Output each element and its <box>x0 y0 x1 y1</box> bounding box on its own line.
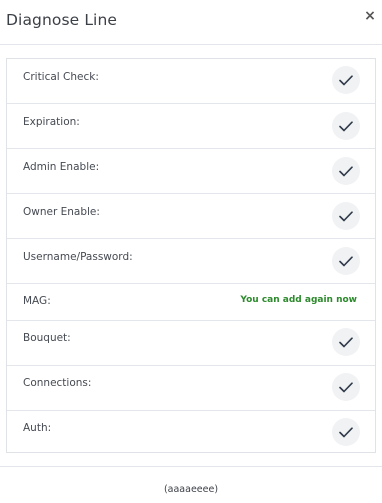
check-row-auth: Auth: <box>7 411 375 452</box>
check-row-mag: MAG: You can add again now <box>7 284 375 321</box>
row-label: Bouquet: <box>23 332 71 344</box>
row-label: Owner Enable: <box>23 206 100 218</box>
check-icon <box>332 373 360 401</box>
check-row-connections: Connections: <box>7 366 375 411</box>
check-icon <box>332 418 360 446</box>
row-label: Username/Password: <box>23 251 133 263</box>
row-label: Critical Check: <box>23 71 99 83</box>
check-row-critical: Critical Check: <box>7 59 375 104</box>
row-label: MAG: <box>23 295 51 307</box>
check-icon <box>332 112 360 140</box>
diagnose-line-modal: Diagnose Line × Critical Check: Expirati… <box>0 0 382 503</box>
check-icon <box>332 328 360 356</box>
row-label: Expiration: <box>23 116 80 128</box>
row-label: Auth: <box>23 422 52 434</box>
modal-title: Diagnose Line <box>6 11 118 29</box>
check-row-owner-enable: Owner Enable: <box>7 194 375 239</box>
check-icon <box>332 157 360 185</box>
modal-header: Diagnose Line × <box>0 0 382 45</box>
row-label: Connections: <box>23 377 92 389</box>
footer-username: (aaaaeeee) <box>163 484 219 495</box>
check-row-admin-enable: Admin Enable: <box>7 149 375 194</box>
check-row-bouquet: Bouquet: <box>7 321 375 366</box>
check-icon <box>332 202 360 230</box>
check-row-username-password: Username/Password: <box>7 239 375 284</box>
mag-status-text: You can add again now <box>240 295 357 305</box>
check-row-expiration: Expiration: <box>7 104 375 149</box>
check-icon <box>332 247 360 275</box>
row-label: Admin Enable: <box>23 161 100 173</box>
diagnose-list: Critical Check: Expiration: Admin Enable… <box>6 58 376 453</box>
check-icon <box>332 66 360 94</box>
close-button[interactable]: × <box>363 8 377 24</box>
modal-footer: (aaaaeeee) <box>0 466 382 503</box>
